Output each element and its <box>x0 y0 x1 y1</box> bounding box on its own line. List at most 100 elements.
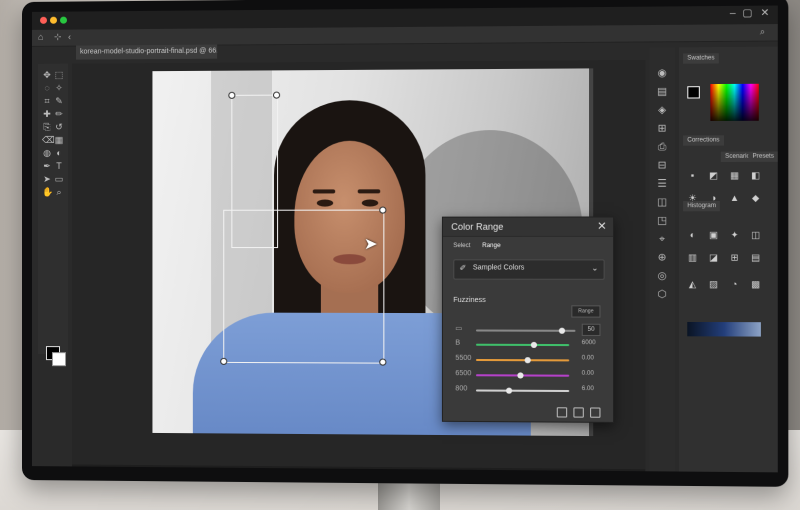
transform-handle[interactable] <box>379 358 387 366</box>
adjustment-preset-icon[interactable]: ▣ <box>708 230 719 240</box>
clone-stamp-tool-icon[interactable]: ⎘ <box>42 122 52 132</box>
home-icon[interactable]: ⌂ <box>38 32 43 42</box>
color-slider-track[interactable] <box>475 372 570 379</box>
move-tool-icon[interactable]: ✥ <box>42 70 52 80</box>
quick-select-tool-icon[interactable]: ✧ <box>54 83 64 93</box>
navigator-icon[interactable]: ⌖ <box>656 234 669 246</box>
adjustment-preset-icon[interactable]: ▥ <box>687 252 697 262</box>
lasso-tool-icon[interactable]: ◌ <box>42 83 52 93</box>
adjustment-preset-icon[interactable]: ◫ <box>750 230 761 240</box>
history-brush-tool-icon[interactable]: ↺ <box>54 122 64 132</box>
taskbar-app-icon[interactable] <box>240 468 247 473</box>
taskbar-app-icon[interactable] <box>184 468 191 473</box>
crop-tool-icon[interactable]: ⌗ <box>42 96 52 106</box>
adjustment-preset-icon[interactable]: ◆ <box>750 193 761 203</box>
fuzziness-value[interactable]: 50 <box>581 323 601 337</box>
shape-tool-icon[interactable]: ▭ <box>54 174 64 184</box>
adjustment-preset-icon[interactable]: ⊞ <box>729 252 740 262</box>
foreground-color-swatch[interactable] <box>687 86 700 99</box>
path-select-tool-icon[interactable]: ➤ <box>42 174 52 184</box>
adjustment-preset-icon[interactable]: ▦ <box>729 170 740 180</box>
layers-panel-icon[interactable]: ▤ <box>656 86 669 98</box>
dodge-tool-icon[interactable]: ◐ <box>54 148 64 158</box>
taskbar-app-icon[interactable] <box>318 469 325 473</box>
brushes-icon[interactable]: ◎ <box>656 271 669 283</box>
window-minimize-icon[interactable]: – <box>730 8 736 19</box>
tab-swatches[interactable]: Swatches <box>683 53 719 64</box>
adjustment-preset-icon[interactable]: ▪ <box>687 170 697 180</box>
adjustment-preset-icon[interactable]: ✦ <box>729 230 740 240</box>
adjustment-preset-icon[interactable]: ◪ <box>708 252 719 262</box>
reset-button[interactable]: Range <box>571 305 601 318</box>
color-slider-knob[interactable] <box>524 357 531 364</box>
adjustment-preset-icon[interactable]: ▩ <box>750 279 761 289</box>
paths-icon[interactable]: ☰ <box>656 179 669 191</box>
tab-range[interactable]: Range <box>482 243 500 249</box>
adjustments-icon[interactable]: ◈ <box>656 105 669 117</box>
select-dropdown[interactable]: ✐ Sampled Colors ⌄ <box>453 259 605 280</box>
adjustment-preset-icon[interactable]: ◭ <box>687 279 697 289</box>
search-icon[interactable]: ⌕ <box>760 26 765 37</box>
color-panel-icon[interactable]: ◉ <box>656 68 669 80</box>
transform-handle[interactable] <box>220 357 228 365</box>
option-arrow-icon[interactable]: ‹ <box>68 32 71 42</box>
adjustment-preset-icon[interactable]: ◐ <box>687 230 697 240</box>
marquee-tool-icon[interactable]: ⬚ <box>54 70 64 80</box>
close-icon[interactable]: ✕ <box>597 220 607 233</box>
adjustment-preset-icon[interactable]: ◑ <box>708 193 719 203</box>
blur-tool-icon[interactable]: ◍ <box>42 148 52 158</box>
taskbar-app-icon[interactable] <box>285 469 292 473</box>
actions-icon[interactable]: ◳ <box>656 215 669 227</box>
tab-select[interactable]: Select <box>453 243 470 249</box>
window-close-icon[interactable]: ✕ <box>760 8 769 19</box>
taskbar-app-icon[interactable] <box>207 468 214 473</box>
adjustment-preset-icon[interactable]: ☀ <box>687 193 697 203</box>
fuzziness-slider-knob[interactable] <box>558 327 565 334</box>
history-icon[interactable]: ◫ <box>656 197 669 209</box>
color-picker-spectrum[interactable] <box>710 83 759 121</box>
eraser-tool-icon[interactable]: ⌫ <box>42 135 55 145</box>
color-slider-track[interactable] <box>475 341 570 349</box>
tab-presets[interactable]: Presets <box>748 151 778 162</box>
adjustment-preset-icon[interactable]: ▨ <box>708 279 719 289</box>
libraries-icon[interactable]: ⊞ <box>656 123 669 135</box>
taskbar-app-icon[interactable] <box>296 469 303 473</box>
tool-preset-icon[interactable]: ⊹ <box>54 32 62 43</box>
maximize-window-icon[interactable] <box>60 16 68 24</box>
close-window-icon[interactable] <box>39 16 47 24</box>
add-sample-icon[interactable] <box>573 407 584 418</box>
color-slider-knob[interactable] <box>517 372 524 379</box>
type-tool-icon[interactable]: T <box>54 161 64 171</box>
taskbar-app-icon[interactable] <box>251 468 258 473</box>
zoom-tool-icon[interactable]: ⌕ <box>54 187 64 197</box>
minimize-window-icon[interactable] <box>49 16 57 24</box>
transform-handle[interactable] <box>379 206 387 214</box>
adjustment-preset-icon[interactable]: ◧ <box>750 170 761 180</box>
info-icon[interactable]: ⊕ <box>656 252 669 264</box>
taskbar-app-icon[interactable] <box>307 469 314 473</box>
taskbar-app-icon[interactable] <box>218 468 225 473</box>
color-slider-knob[interactable] <box>506 387 513 394</box>
window-restore-icon[interactable]: ▢ <box>743 8 753 19</box>
subtract-sample-icon[interactable] <box>590 407 601 418</box>
adjustment-preset-icon[interactable]: ◩ <box>708 170 719 180</box>
eyedropper-tool-icon[interactable]: ✎ <box>54 96 64 106</box>
gradient-tool-icon[interactable]: ▦ <box>54 135 64 145</box>
transform-handle[interactable] <box>228 91 236 99</box>
shapes-icon[interactable]: ⬡ <box>656 289 669 301</box>
color-slider-track[interactable] <box>475 357 570 364</box>
hand-tool-icon[interactable]: ✋ <box>42 187 53 197</box>
healing-tool-icon[interactable]: ✚ <box>42 109 52 119</box>
taskbar-app-icon[interactable] <box>274 469 281 473</box>
tab-corrections[interactable]: Corrections <box>683 135 724 146</box>
pen-tool-icon[interactable]: ✒ <box>42 161 52 171</box>
brush-tool-icon[interactable]: ✏ <box>54 109 64 119</box>
background-color-swatch[interactable] <box>51 352 67 367</box>
color-slider-track[interactable] <box>475 387 570 394</box>
taskbar-app-icon[interactable] <box>330 469 337 473</box>
transform-handle[interactable] <box>272 91 281 99</box>
taskbar-app-icon[interactable] <box>195 468 202 473</box>
taskbar-app-icon[interactable] <box>262 469 269 473</box>
fuzziness-slider-track[interactable] <box>475 327 576 334</box>
color-slider-knob[interactable] <box>530 341 537 349</box>
